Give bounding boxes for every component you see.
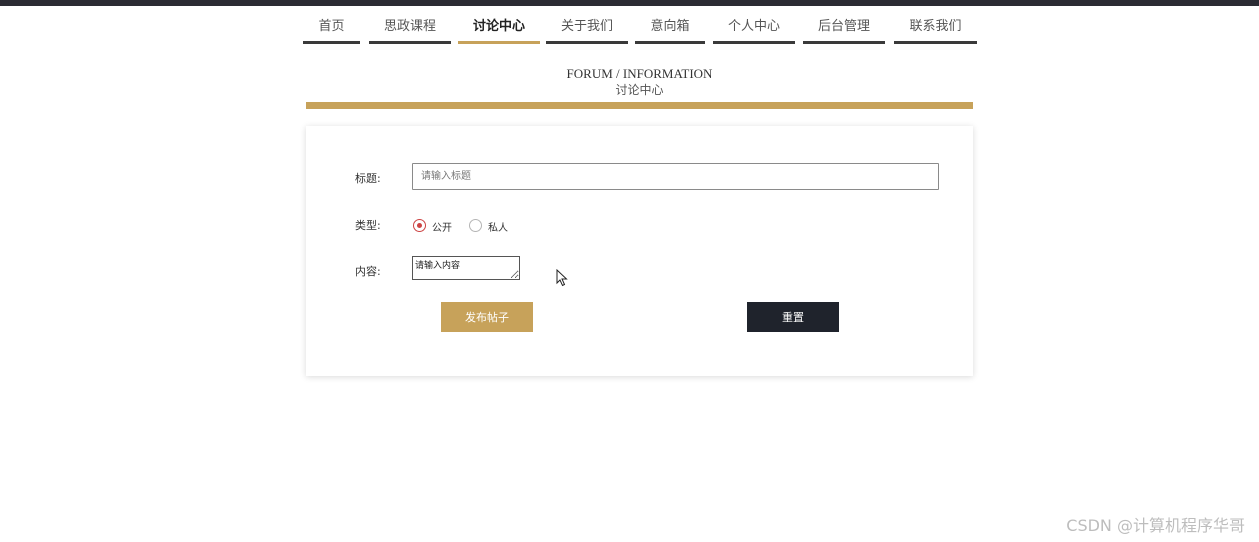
radio-private-label[interactable]: 私人 (488, 219, 508, 234)
nav-item-home[interactable]: 首页 (303, 10, 360, 44)
nav-item-courses[interactable]: 思政课程 (369, 10, 451, 44)
title-input[interactable] (412, 163, 939, 190)
watermark: CSDN @计算机程序华哥 (1066, 516, 1245, 535)
reset-button[interactable]: 重置 (747, 302, 839, 332)
nav-item-profile[interactable]: 个人中心 (713, 10, 795, 44)
top-rule (0, 0, 1259, 6)
publish-button[interactable]: 发布帖子 (441, 302, 533, 332)
content-textarea[interactable] (412, 256, 520, 280)
nav-item-forum[interactable]: 讨论中心 (458, 10, 540, 44)
mouse-pointer-icon (556, 269, 568, 287)
section-divider (306, 102, 973, 109)
content-label: 内容: (355, 265, 381, 278)
nav-item-about[interactable]: 关于我们 (546, 10, 628, 44)
radio-public-label[interactable]: 公开 (432, 219, 452, 234)
main-nav: 首页 思政课程 讨论中心 关于我们 意向箱 个人中心 后台管理 联系我们 (303, 10, 977, 46)
nav-item-contact[interactable]: 联系我们 (894, 10, 977, 44)
radio-private[interactable] (469, 219, 482, 232)
type-label: 类型: (355, 219, 381, 232)
section-title-en: FORUM / INFORMATION (566, 66, 713, 81)
section-title-cn: 讨论中心 (615, 83, 664, 97)
nav-item-admin[interactable]: 后台管理 (803, 10, 885, 44)
nav-item-suggestion-box[interactable]: 意向箱 (635, 10, 705, 44)
title-label: 标题: (355, 172, 381, 185)
radio-public[interactable] (413, 219, 426, 232)
post-form: 标题: 类型: 公开 私人 内容: 发布帖子 重置 (306, 126, 973, 376)
